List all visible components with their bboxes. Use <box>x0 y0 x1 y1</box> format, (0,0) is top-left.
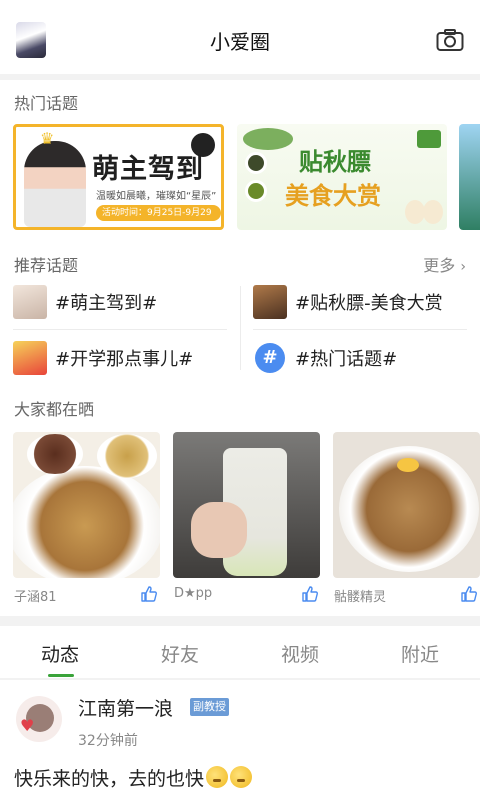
camera-icon[interactable] <box>436 28 464 52</box>
topic-label: #开学那点事儿# <box>55 349 194 370</box>
post-body: 快乐来的快，去的也快 <box>14 768 205 790</box>
row-divider <box>253 329 467 330</box>
tab-nearby[interactable]: 附近 <box>370 640 470 667</box>
post-time: 32分钟前 <box>78 733 138 749</box>
topic-label: #萌主驾到# <box>55 293 158 314</box>
smile-emoji-icon <box>230 766 253 788</box>
smile-emoji-icon <box>206 766 229 788</box>
bowl-icon <box>245 180 267 202</box>
column-divider <box>240 286 241 370</box>
banner-cute-kids[interactable]: ♛ 萌主驾到 温暖如晨曦，璀璨如“星辰” 活动时间：9月25日-9月29日 <box>13 124 224 230</box>
hot-topics-title: 热门话题 <box>14 94 79 113</box>
hand-image <box>191 502 247 558</box>
more-label: 更多 <box>423 256 456 275</box>
topic-item[interactable]: #贴秋膘-美食大赏 <box>253 282 443 322</box>
feed-photo[interactable] <box>173 432 320 578</box>
author-avatar[interactable]: ♥ <box>16 696 62 742</box>
topic-thumbnail <box>253 285 287 319</box>
topic-label: #贴秋膘-美食大赏 <box>295 293 443 314</box>
feed-tabs: 动态 好友 视频 附近 <box>0 626 480 678</box>
post-text: 快乐来的快，去的也快 <box>14 764 253 791</box>
app-header: 小爱圈 <box>0 0 480 74</box>
banner-food[interactable]: 贴秋膘 美食大赏 <box>237 124 447 230</box>
banner-headline: 贴秋膘 <box>299 148 371 176</box>
chevron-right-icon: › <box>460 259 466 275</box>
photo-user-name[interactable]: 骷髅精灵 <box>334 586 386 605</box>
egg-image <box>397 458 419 472</box>
topic-thumbnail <box>13 285 47 319</box>
bowl-icon <box>245 152 267 174</box>
leaf-decoration <box>243 128 293 150</box>
thumbs-up-icon[interactable] <box>460 585 478 603</box>
hash-icon: # <box>255 343 285 373</box>
topic-item[interactable]: # #热门话题# <box>253 338 397 378</box>
active-tab-indicator <box>48 674 74 677</box>
photo-user-name[interactable]: 子涵81 <box>14 586 57 605</box>
feed-photo[interactable] <box>333 432 480 578</box>
banner-subline: 温暖如晨曦，璀璨如“星辰” <box>96 191 217 202</box>
egg-icon <box>423 200 443 224</box>
feed-title: 大家都在晒 <box>14 400 95 419</box>
tab-video[interactable]: 视频 <box>250 640 350 667</box>
banner-logo-icon <box>417 130 441 148</box>
banner-partial[interactable] <box>459 124 480 230</box>
banner-girl-image <box>24 141 86 227</box>
banner-subline: 美食大赏 <box>285 182 381 210</box>
row-divider <box>13 329 227 330</box>
tab-dynamic[interactable]: 动态 <box>10 640 110 667</box>
topic-item[interactable]: #萌主驾到# <box>13 282 157 322</box>
banner-headline: 萌主驾到 <box>92 154 204 185</box>
topic-item[interactable]: #开学那点事儿# <box>13 338 193 378</box>
more-link[interactable]: 更多 › <box>423 252 466 276</box>
recommended-topics-title: 推荐话题 <box>14 256 79 275</box>
banner-date: 活动时间：9月25日-9月29日 <box>96 205 221 227</box>
author-badge: 副教授 <box>190 698 229 716</box>
topic-thumbnail <box>13 341 47 375</box>
feed-photo[interactable] <box>13 432 160 578</box>
egg-icon <box>405 200 425 224</box>
photo-user-name[interactable]: D★pp <box>174 586 212 601</box>
side-dish-image <box>27 434 83 474</box>
author-name[interactable]: 江南第一浪 <box>78 694 173 721</box>
heart-icon: ♥ <box>20 716 35 735</box>
soup-bowl-image <box>97 434 157 478</box>
tab-friends[interactable]: 好友 <box>130 640 230 667</box>
thumbs-up-icon[interactable] <box>140 585 158 603</box>
post-card[interactable]: ♥ 江南第一浪 副教授 32分钟前 快乐来的快，去的也快 <box>0 680 480 800</box>
page-title: 小爱圈 <box>210 30 270 54</box>
topic-label: #热门话题# <box>295 349 398 370</box>
noodle-bowl-image <box>13 466 160 578</box>
thumbs-up-icon[interactable] <box>301 585 319 603</box>
crown-icon: ♛ <box>40 129 55 148</box>
